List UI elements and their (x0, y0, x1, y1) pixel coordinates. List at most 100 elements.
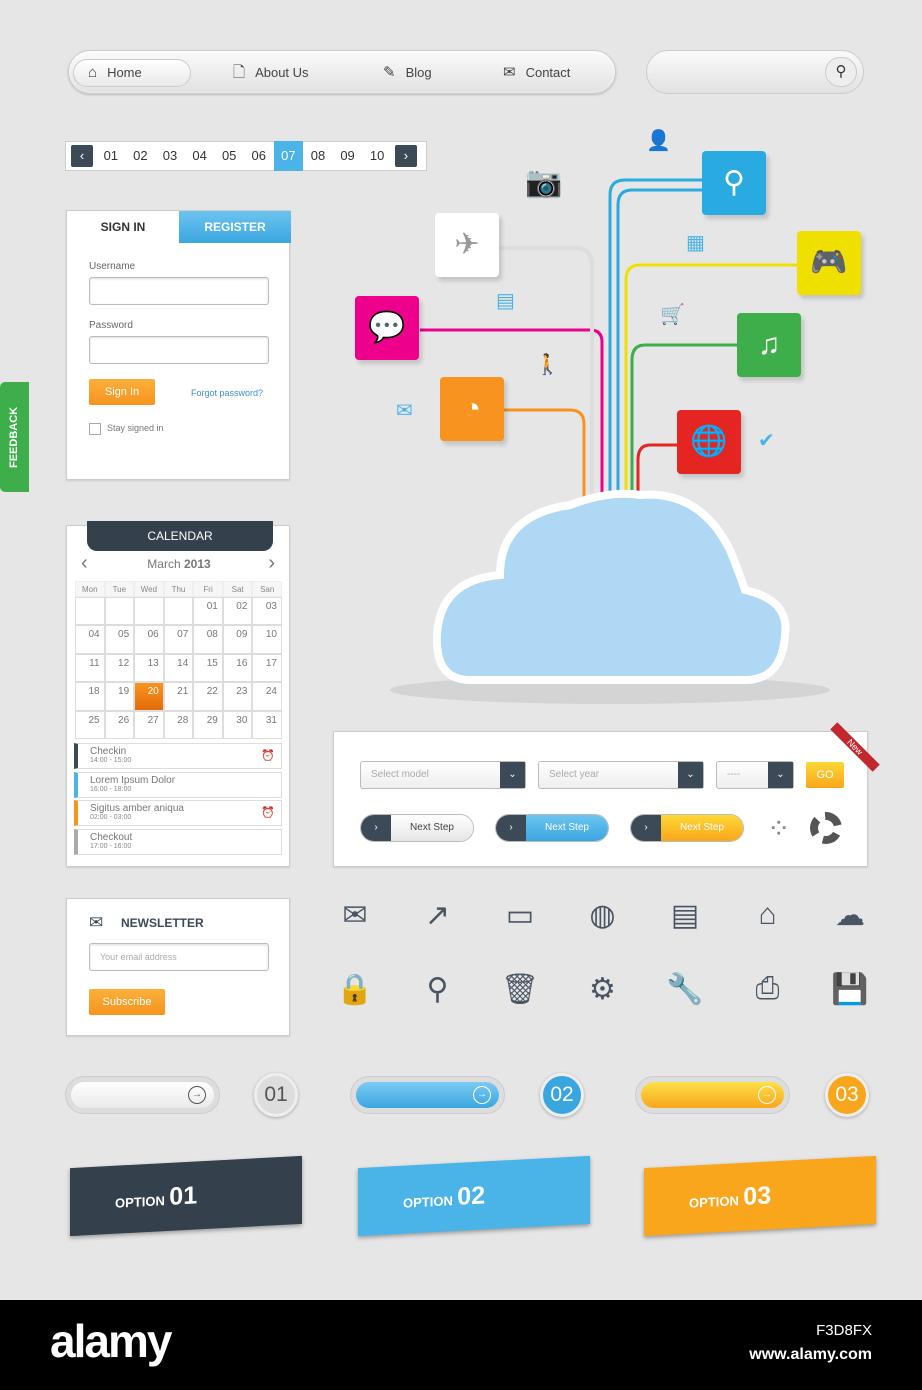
calendar-day[interactable]: 18 (75, 682, 105, 711)
save-icon[interactable]: 💾 (825, 972, 875, 1007)
nav-contact[interactable]: ✉ Contact (489, 59, 584, 87)
search-icon[interactable]: ⚲ (413, 972, 463, 1007)
calendar-event[interactable]: Checkin 14:00 - 15:00 ⏰ (74, 743, 282, 769)
calendar-day[interactable]: 15 (193, 653, 223, 683)
page-06[interactable]: 06 (244, 143, 274, 169)
email-field[interactable]: Your email address (89, 943, 269, 971)
calendar-day[interactable]: 10 (252, 625, 282, 654)
id-card-icon[interactable]: ▤ (660, 898, 710, 933)
select-model[interactable]: Select model ⌄ (360, 761, 526, 789)
option-ribbon-3[interactable]: OPTION 03 (644, 1155, 876, 1237)
printer-icon[interactable]: ⎙ (743, 972, 793, 1007)
calendar-day[interactable]: 24 (252, 682, 282, 711)
calendar-day[interactable]: 22 (193, 682, 223, 711)
calendar-event[interactable]: Lorem Ipsum Dolor 16:00 - 18:00 (74, 771, 282, 798)
calendar-day[interactable]: 03 (252, 597, 282, 626)
calendar-day[interactable]: 07 (163, 625, 194, 654)
stay-signed-checkbox[interactable] (89, 423, 101, 435)
calendar-day[interactable]: 30 (222, 710, 253, 739)
calendar-day[interactable]: 25 (75, 710, 105, 739)
calendar-day[interactable]: 14 (163, 653, 194, 683)
calendar-event[interactable]: Checkout 17:00 - 16:00 (74, 828, 282, 855)
arrow-right-icon[interactable]: → (473, 1086, 491, 1104)
connector-line (490, 408, 586, 515)
page-07[interactable]: 07 (273, 141, 304, 171)
calendar-day[interactable]: 29 (193, 710, 223, 739)
cloud-icon[interactable]: ☁ (825, 898, 875, 933)
signin-button[interactable]: Sign In (89, 379, 155, 405)
calendar-day[interactable]: 16 (222, 653, 253, 683)
next-step-button-blue[interactable]: › Next Step (495, 814, 609, 842)
search-input[interactable]: ⚲ (646, 50, 864, 94)
step-input-3[interactable]: → (635, 1076, 790, 1114)
event-time: 16:00 - 18:00 (90, 785, 132, 793)
page-08[interactable]: 08 (303, 143, 333, 169)
trash-icon[interactable]: 🗑 (495, 972, 545, 1007)
option-ribbon-1[interactable]: OPTION 01 (70, 1155, 302, 1237)
feedback-tab[interactable]: FEEDBACK (0, 382, 29, 492)
option-ribbon-2[interactable]: OPTION 02 (358, 1155, 590, 1237)
gamepad-icon: 🎮 (797, 231, 861, 295)
step-input-2[interactable]: → (350, 1076, 505, 1114)
calendar-day[interactable]: 06 (134, 625, 164, 654)
home-icon: ⌂ (88, 64, 98, 81)
lock-icon[interactable]: 🔒 (330, 972, 380, 1007)
arrow-right-icon[interactable]: → (188, 1086, 206, 1104)
home-icon[interactable]: ⌂ (743, 898, 793, 933)
globe-icon[interactable]: ◍ (578, 898, 628, 933)
select-year[interactable]: Select year ⌄ (538, 761, 704, 789)
wrench-icon[interactable]: 🔧 (660, 972, 710, 1007)
tab-signin[interactable]: SIGN IN (67, 211, 179, 243)
next-step-button[interactable]: › Next Step (360, 814, 474, 842)
calendar-day[interactable]: 21 (163, 682, 194, 711)
tab-register[interactable]: REGISTER (179, 211, 291, 243)
nav-about[interactable]: 🗋 About Us (219, 59, 323, 87)
search-button[interactable]: ⚲ (825, 57, 857, 87)
calendar-day[interactable]: 02 (222, 597, 253, 626)
calendar-day[interactable]: 17 (252, 653, 282, 683)
select-third[interactable]: ---- ⌄ (716, 761, 794, 789)
calendar-day[interactable]: 12 (104, 653, 135, 683)
page-01[interactable]: 01 (96, 143, 126, 169)
calendar-day[interactable]: 20 (134, 682, 164, 711)
calendar-day[interactable]: 04 (75, 625, 105, 654)
nav-home[interactable]: ⌂ Home (73, 59, 191, 87)
chart-icon[interactable]: ↗ (413, 898, 463, 933)
select-placeholder: Select model (371, 769, 429, 780)
camera-icon: 📷 (525, 166, 563, 199)
year: 2013 (183, 557, 211, 571)
page-05[interactable]: 05 (214, 143, 244, 169)
go-button[interactable]: GO (806, 762, 844, 788)
calendar-day[interactable]: 28 (163, 710, 194, 739)
calendar-day[interactable]: 05 (104, 625, 135, 654)
page-03[interactable]: 03 (155, 143, 185, 169)
next-step-button-orange[interactable]: › Next Step (630, 814, 744, 842)
prev-page-button[interactable]: ‹ (71, 145, 93, 167)
calendar-day[interactable]: 19 (104, 682, 135, 711)
calendar-day[interactable]: 09 (222, 625, 253, 654)
gear-icon[interactable]: ⚙ (578, 972, 628, 1007)
username-field[interactable] (89, 277, 269, 305)
step-input-1[interactable]: → (65, 1076, 220, 1114)
chat-icon[interactable]: ▭ (495, 898, 545, 933)
password-field[interactable] (89, 336, 269, 364)
calendar-day (163, 597, 194, 626)
calendar-event[interactable]: Sigitus amber aniqua 02:00 - 03:00 ⏰ (74, 800, 282, 826)
calendar-day[interactable]: 27 (134, 710, 164, 739)
calendar-day (104, 597, 135, 626)
nav-blog[interactable]: ✎ Blog (369, 59, 446, 87)
calendar-day[interactable]: 08 (193, 625, 223, 654)
page-04[interactable]: 04 (185, 143, 215, 169)
calendar-day[interactable]: 26 (104, 710, 135, 739)
calendar-day[interactable]: 23 (222, 682, 253, 711)
arrow-right-icon[interactable]: → (758, 1086, 776, 1104)
calendar-day[interactable]: 31 (252, 710, 282, 739)
calendar-day[interactable]: 13 (134, 653, 164, 683)
calendar-day[interactable]: 11 (75, 653, 105, 683)
calendar-day[interactable]: 01 (193, 597, 223, 626)
forgot-password-link[interactable]: Forgot password? (191, 388, 263, 398)
button-label: Next Step (391, 815, 473, 841)
mail-icon[interactable]: ✉ (330, 898, 380, 933)
page-02[interactable]: 02 (126, 143, 156, 169)
subscribe-button[interactable]: Subscribe (89, 989, 165, 1015)
